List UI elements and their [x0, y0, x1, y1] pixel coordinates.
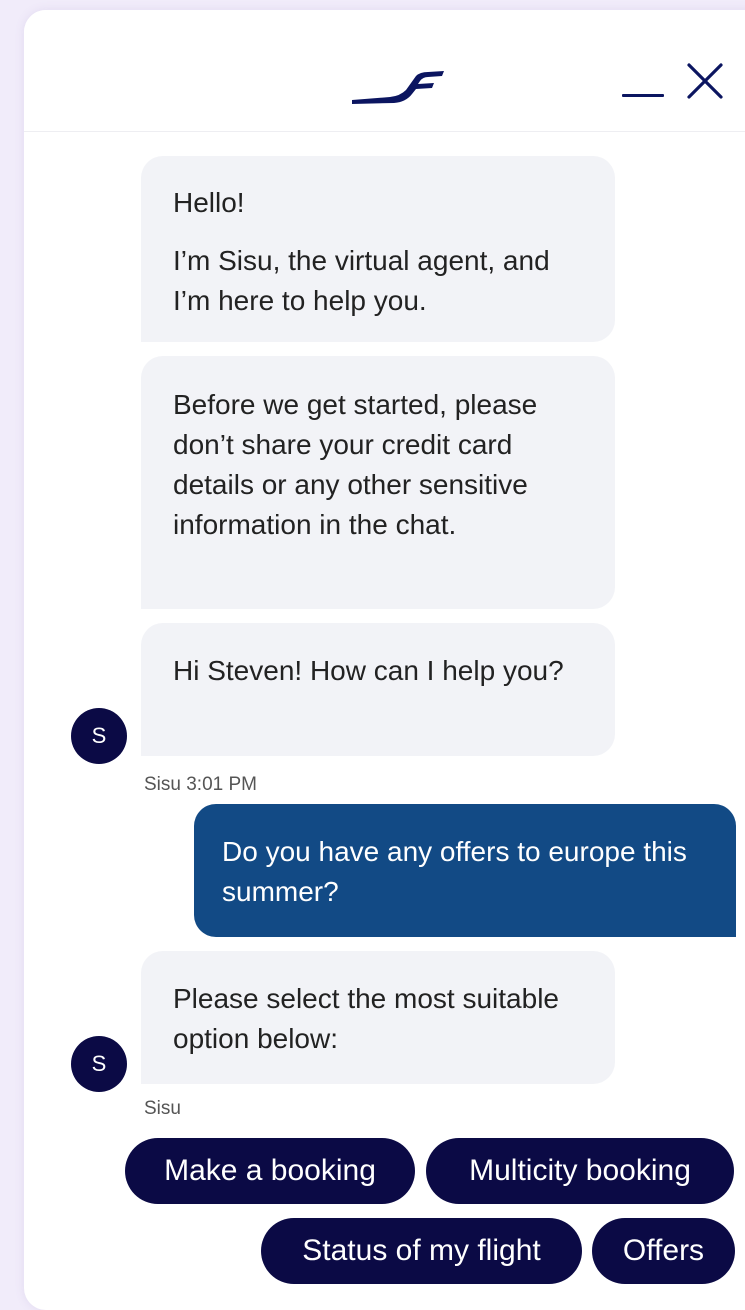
- finnair-logo-icon: [352, 71, 444, 104]
- message-text: Before we get started, please don’t shar…: [173, 389, 538, 540]
- bot-message-privacy-notice: Before we get started, please don’t shar…: [141, 356, 615, 609]
- message-meta: Sisu: [144, 1098, 181, 1119]
- message-text: Please select the most suitable option b…: [173, 983, 559, 1054]
- message-text: Hi Steven! How can I help you?: [173, 655, 564, 686]
- quick-reply-make-booking[interactable]: Make a booking: [125, 1138, 415, 1204]
- minimize-icon: [622, 94, 664, 97]
- minimize-button[interactable]: [618, 66, 670, 112]
- user-message: Do you have any offers to europe this su…: [194, 804, 736, 937]
- quick-reply-flight-status[interactable]: Status of my flight: [261, 1218, 582, 1284]
- close-icon[interactable]: [686, 62, 724, 100]
- chat-widget: Hello! I’m Sisu, the virtual agent, and …: [24, 10, 745, 1310]
- chat-transcript[interactable]: Hello! I’m Sisu, the virtual agent, and …: [24, 132, 745, 1310]
- message-text: Do you have any offers to europe this su…: [222, 836, 687, 907]
- quick-reply-offers[interactable]: Offers: [592, 1218, 735, 1284]
- message-line: I’m Sisu, the virtual agent, and I’m her…: [173, 245, 550, 316]
- bot-avatar: S: [71, 708, 127, 764]
- message-meta: Sisu 3:01 PM: [144, 774, 257, 795]
- bot-message-help: Hi Steven! How can I help you?: [141, 623, 615, 756]
- message-line: Hello!: [173, 187, 245, 218]
- bot-message-select-option: Please select the most suitable option b…: [141, 951, 615, 1084]
- quick-reply-multicity-booking[interactable]: Multicity booking: [426, 1138, 734, 1204]
- bot-avatar: S: [71, 1036, 127, 1092]
- chat-header: [24, 10, 745, 132]
- bot-message-greeting: Hello! I’m Sisu, the virtual agent, and …: [141, 156, 615, 342]
